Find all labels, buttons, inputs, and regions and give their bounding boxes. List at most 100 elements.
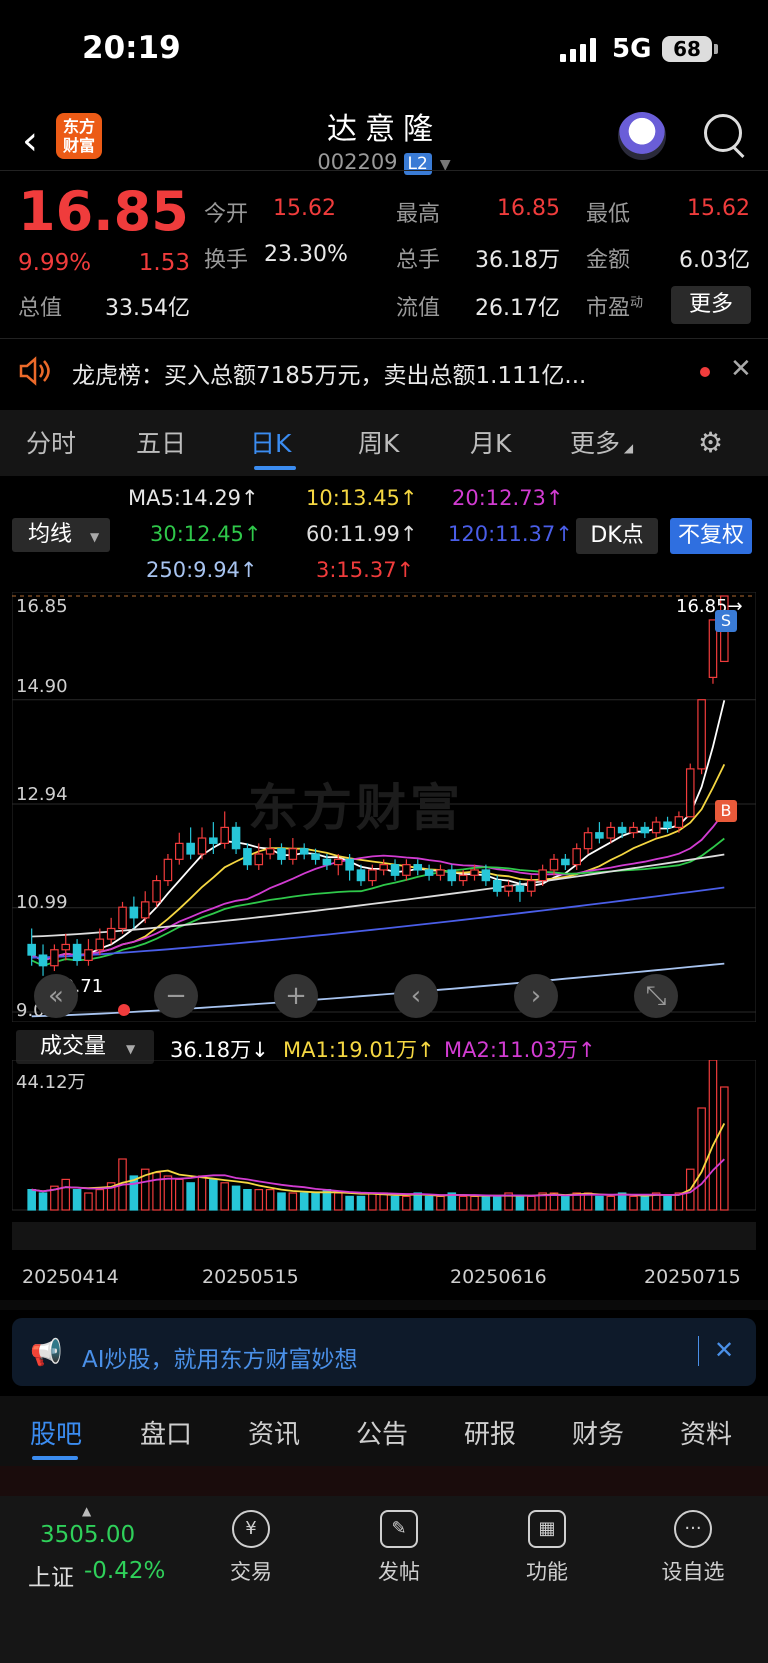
volume-bar [402, 1195, 411, 1211]
volume-bar [72, 1189, 82, 1211]
candle-body [674, 816, 684, 829]
candle-body [379, 864, 388, 871]
tab-intraday[interactable]: 分时 [26, 424, 76, 460]
candle-body [38, 954, 48, 967]
scroll-left-fast-icon[interactable]: « [34, 974, 78, 1018]
candle-body [492, 880, 502, 892]
quote-label-1: 最高 [396, 202, 441, 227]
search-icon[interactable] [704, 114, 742, 152]
volume-bar [708, 1060, 718, 1211]
quote-value-total-value: 33.54亿 [105, 296, 190, 321]
volume-bar [333, 1192, 343, 1211]
candle-body [27, 943, 36, 956]
ai-promo-text[interactable]: AI炒股，就用东方财富妙想 [82, 1340, 358, 1374]
date-label-2: 20250616 [450, 1266, 547, 1288]
candle-body [50, 949, 59, 967]
date-strip [12, 1222, 756, 1250]
volume-bar [209, 1178, 218, 1211]
ma-line-250 [31, 962, 725, 1018]
ma10-label: 10:13.45↑ [306, 486, 418, 510]
volume-bar [38, 1192, 48, 1211]
index-value[interactable]: 3505.00 [40, 1522, 135, 1548]
watermark: 东方财富 [248, 779, 464, 837]
indicator-selector[interactable]: 均线 ▼ [12, 518, 110, 552]
tab-monthly-k[interactable]: 月K [470, 424, 511, 460]
btab-pankou[interactable]: 盘口 [140, 1414, 192, 1451]
volume-selector[interactable]: 成交量 ▼ [16, 1030, 154, 1064]
zoom-out-icon[interactable]: − [154, 974, 198, 1018]
footer-post[interactable]: ✎ 发帖 [354, 1510, 444, 1586]
status-time: 20:19 [82, 30, 181, 66]
y-tick-1: 14.90 [16, 676, 68, 697]
candle-body [345, 858, 354, 871]
candle-body [277, 848, 286, 860]
volume-bar [152, 1172, 161, 1211]
candle-body [424, 869, 434, 876]
section-gap [0, 1300, 768, 1310]
btab-news[interactable]: 资讯 [248, 1414, 300, 1451]
tab-weekly-k[interactable]: 周K [358, 424, 399, 460]
ai-assistant-icon[interactable] [618, 112, 666, 160]
volume-bar [84, 1192, 93, 1211]
footer-add-watchlist[interactable]: ··· 设自选 [648, 1510, 738, 1586]
ai-close-icon[interactable]: ✕ [714, 1336, 734, 1364]
scroll-right-icon[interactable]: › [514, 974, 558, 1018]
fullscreen-icon[interactable]: ⤡ [634, 974, 678, 1018]
ma20-label: 20:12.73↑ [452, 486, 564, 510]
quote-label-4: 总手 [396, 248, 441, 273]
quote-label-7: 流值 [396, 296, 441, 321]
ma120-label: 120:11.37↑ [448, 522, 573, 546]
btab-announcement[interactable]: 公告 [356, 1414, 408, 1451]
volume-bar [356, 1195, 366, 1211]
volume-bar [243, 1189, 252, 1211]
tab-daily-k[interactable]: 日K [250, 424, 291, 460]
level-badge: L2 [403, 153, 432, 175]
volume-bar [390, 1195, 400, 1211]
quote-label-2: 最低 [586, 202, 631, 227]
candle-body [617, 826, 627, 834]
date-label-0: 20250414 [22, 1266, 119, 1288]
btab-guba[interactable]: 股吧 [30, 1414, 82, 1451]
tab-underline [254, 466, 296, 470]
zoom-in-icon[interactable]: + [274, 974, 318, 1018]
btab-finance[interactable]: 财务 [572, 1414, 624, 1451]
volume-bar [277, 1192, 286, 1211]
candle-body [106, 927, 116, 940]
quote-value-1: 16.85 [497, 196, 560, 221]
candle-body [322, 858, 332, 866]
candle-body [129, 906, 139, 919]
y-tick-3: 10.99 [16, 892, 68, 913]
candle-body [549, 858, 559, 871]
no-adjust-button[interactable]: 不复权 [670, 518, 752, 554]
candle-body [95, 938, 105, 951]
btab-research[interactable]: 研报 [464, 1414, 516, 1451]
notice-text[interactable]: 龙虎榜：买入总额7185万元，卖出总额1.111亿... [72, 356, 586, 390]
volume-chart[interactable] [12, 1060, 756, 1250]
candle-body [663, 821, 672, 829]
index-change: -0.42% [84, 1558, 166, 1584]
volume-max-label: 44.12万 [16, 1072, 86, 1093]
footer-functions[interactable]: ▦ 功能 [502, 1510, 592, 1586]
candle-body [504, 885, 513, 892]
dk-point-button[interactable]: DK点 [576, 518, 658, 554]
candle-body [368, 869, 377, 882]
volume-bar [492, 1195, 502, 1211]
close-icon[interactable]: ✕ [730, 354, 752, 384]
volume-bar [288, 1192, 298, 1211]
tab-more[interactable]: 更多 ◢ [570, 424, 633, 460]
status-bar: 20:19 5G 68 [0, 0, 768, 100]
ma-line-60 [31, 853, 725, 938]
tab-five-day[interactable]: 五日 [136, 424, 186, 460]
btab-profile[interactable]: 资料 [680, 1414, 732, 1451]
volume-bar [95, 1189, 105, 1211]
scroll-left-icon[interactable]: ‹ [394, 974, 438, 1018]
candle-body [697, 699, 706, 770]
more-button[interactable]: 更多 [671, 286, 751, 324]
quote-value-2: 15.62 [687, 196, 750, 221]
settings-gear-icon[interactable]: ⚙ [698, 426, 723, 459]
footer-trade[interactable]: ¥ 交易 [206, 1510, 296, 1586]
functions-icon: ▦ [528, 1510, 566, 1548]
index-expand-icon[interactable]: ▲ [82, 1504, 91, 1518]
candle-body [526, 880, 536, 892]
network-label: 5G [612, 34, 652, 64]
